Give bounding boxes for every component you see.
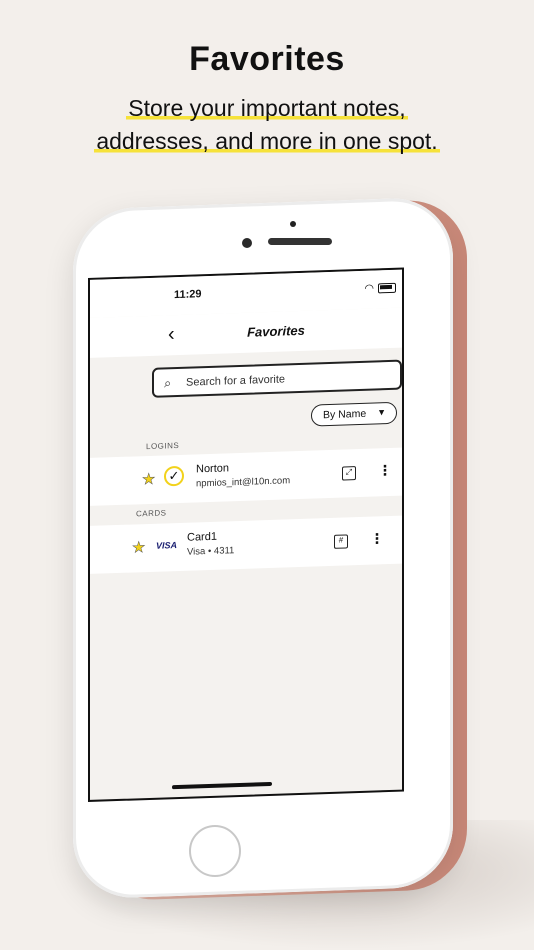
list-item-login[interactable]: ★ ✓ Norton npmios_int@l10n.com ⤢ ⋮: [90, 447, 402, 506]
item-title: Norton: [196, 462, 230, 476]
norton-check-icon: ✓: [164, 465, 184, 487]
phone-screen: 11:29 ◠ ‹ Favorites ⌕ Search for a favor…: [88, 267, 404, 802]
item-title: Card1: [187, 530, 217, 544]
search-input[interactable]: ⌕ Search for a favorite: [152, 359, 402, 398]
battery-icon: [378, 282, 396, 294]
phone-camera: [242, 238, 252, 248]
more-vertical-icon[interactable]: ⋮: [378, 462, 392, 479]
sort-dropdown[interactable]: By Name ▼: [311, 401, 397, 427]
item-subtitle: npmios_int@l10n.com: [196, 475, 291, 490]
nav-title: Favorites: [247, 322, 305, 340]
star-icon[interactable]: ★: [132, 538, 146, 557]
wifi-icon: ◠: [364, 282, 374, 295]
search-placeholder: Search for a favorite: [186, 373, 286, 389]
status-time: 11:29: [174, 288, 202, 302]
copy-number-icon[interactable]: #: [334, 534, 348, 549]
phone-home-button[interactable]: [189, 825, 241, 877]
section-header-logins: LOGINS: [146, 440, 180, 452]
star-icon[interactable]: ★: [142, 470, 156, 489]
visa-logo-icon: VISA: [156, 540, 178, 551]
sort-label: By Name: [323, 407, 367, 422]
phone-sensor: [290, 221, 296, 227]
search-icon: ⌕: [164, 375, 172, 391]
section-header-cards: CARDS: [136, 508, 167, 519]
copy-password-icon[interactable]: ⤢: [342, 466, 356, 481]
list-item-card[interactable]: ★ VISA Card1 Visa • 4311 # ⋮: [90, 515, 402, 574]
item-subtitle: Visa • 4311: [187, 545, 235, 558]
caret-down-icon: ▼: [377, 407, 386, 418]
phone-speaker: [268, 238, 332, 245]
more-vertical-icon[interactable]: ⋮: [370, 530, 384, 547]
phone-mockup: 11:29 ◠ ‹ Favorites ⌕ Search for a favor…: [0, 0, 534, 950]
home-indicator: [172, 781, 272, 790]
